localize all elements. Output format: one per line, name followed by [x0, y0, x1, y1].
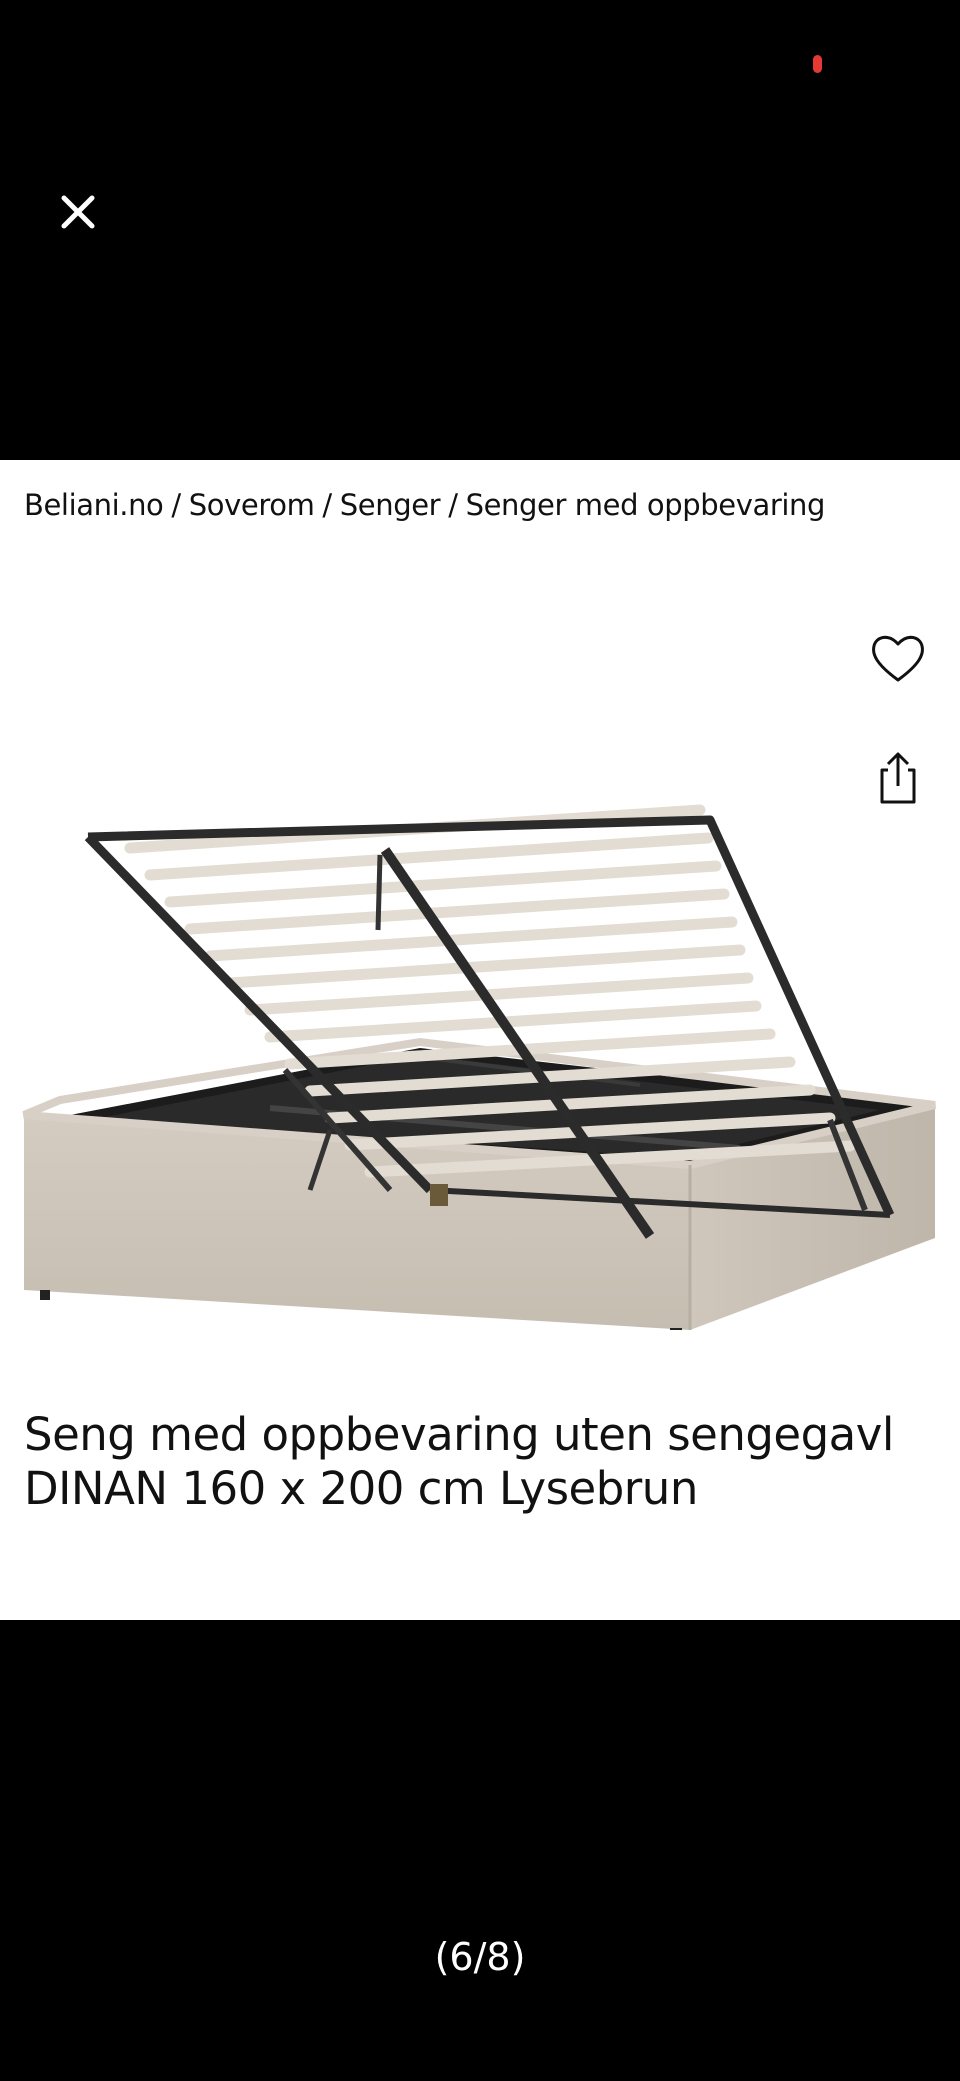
favorite-button[interactable]	[868, 630, 928, 686]
breadcrumb-item-storage-beds[interactable]: Senger med oppbevaring	[466, 488, 826, 522]
bed-with-storage-image	[22, 804, 936, 1338]
image-viewer: Beliani.no / Soverom / Senger / Senger med opp…	[0, 0, 960, 2081]
breadcrumb-separator: /	[448, 488, 458, 522]
image-counter: (6/8)	[434, 1935, 526, 1979]
share-button[interactable]	[874, 750, 922, 806]
product-card: Beliani.no / Soverom / Senger / Senger med opp…	[0, 460, 960, 1620]
share-icon	[880, 752, 916, 804]
breadcrumb-item-home[interactable]: Beliani.no	[24, 488, 164, 522]
recording-indicator	[813, 55, 822, 73]
breadcrumb-separator: /	[171, 488, 181, 522]
breadcrumb-separator: /	[322, 488, 332, 522]
product-image	[0, 630, 960, 1338]
product-title: Seng med oppbevaring uten sengegavl DINA…	[24, 1408, 894, 1515]
breadcrumb-item-soverom[interactable]: Soverom	[189, 488, 315, 522]
breadcrumb-item-senger[interactable]: Senger	[340, 488, 441, 522]
close-button[interactable]	[52, 186, 104, 238]
breadcrumb: Beliani.no / Soverom / Senger / Senger med opp…	[24, 488, 825, 522]
heart-icon	[872, 635, 924, 682]
close-icon	[61, 195, 95, 229]
